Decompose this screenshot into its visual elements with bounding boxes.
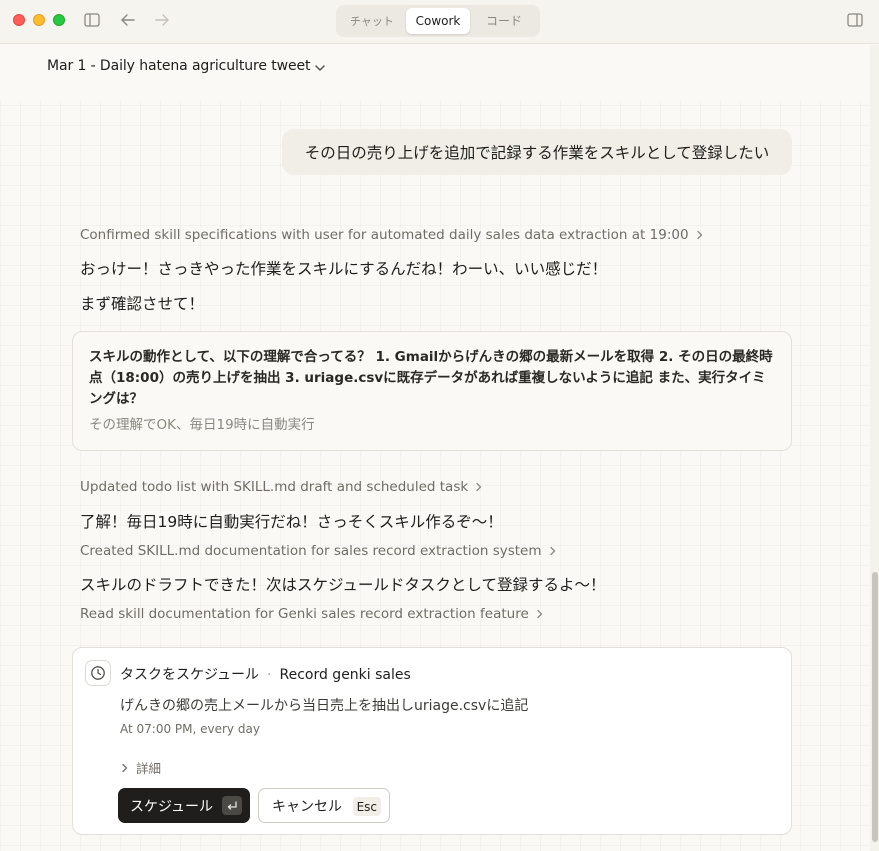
esc-key-hint: Esc [352,797,381,816]
assistant-message: スキルのドラフトできた！次はスケジュールドタスクとして登録するよ〜！ [80,576,606,594]
assistant-message: まず確認させて！ [80,295,205,313]
step-summary-4[interactable]: Read skill documentation for Genki sales… [80,606,545,622]
chevron-right-icon [549,546,555,556]
scrollbar-thumb[interactable] [872,572,878,842]
details-label: 詳細 [136,761,162,776]
step-summary-text: Read skill documentation for Genki sales… [80,606,529,622]
right-panel-toggle-icon[interactable] [846,11,866,31]
user-message: その日の売り上げを追加で記録する作業をスキルとして登録したい [282,129,792,175]
sidebar-toggle-icon[interactable] [83,11,103,31]
cancel-button[interactable]: キャンセル Esc [258,788,390,823]
step-summary-text: Updated todo list with SKILL.md draft an… [80,479,469,495]
mode-switcher: チャット Cowork コード [336,5,540,37]
question-text: スキルの動作として、以下の理解で合ってる？ 1. Gmailからげんきの郷の最新… [89,349,773,407]
assistant-message: 了解！毎日19時に自動実行だね！さっそくスキル作るぞ〜！ [80,513,503,531]
chevron-right-icon [537,609,542,619]
schedule-heading: タスクをスケジュール [120,667,260,683]
details-toggle[interactable]: 詳細 [120,758,161,777]
conversation-area: Mar 1 - Daily hatena agriculture tweet そ… [0,45,870,851]
step-summary-1[interactable]: Confirmed skill specifications with user… [80,227,705,243]
step-summary-text: Created SKILL.md documentation for sales… [80,543,542,559]
return-key-icon [222,796,242,815]
tab-code[interactable]: コード [472,8,536,34]
title-bar: チャット Cowork コード [0,0,879,44]
task-description: げんきの郷の売上メールから当日売上を抽出しuriage.csvに追記 [120,698,529,714]
conversation-header: Mar 1 - Daily hatena agriculture tweet [0,45,870,101]
conversation-title[interactable]: Mar 1 - Daily hatena agriculture tweet [47,58,310,74]
window-close-button[interactable] [13,14,25,26]
assistant-message: おっけー！さっきやった作業をスキルにするんだね！わーい、いい感じだ！ [80,260,608,278]
tab-cowork[interactable]: Cowork [406,8,470,34]
answer-text: その理解でOK、毎日19時に自動実行 [89,417,315,433]
back-arrow-icon[interactable] [119,11,139,31]
clock-icon [85,660,111,686]
schedule-card-title: タスクをスケジュール · Record genki sales [120,664,411,684]
tab-chat[interactable]: チャット [340,8,404,34]
step-summary-2[interactable]: Updated todo list with SKILL.md draft an… [80,479,484,495]
schedule-button-label: スケジュール [130,798,214,815]
forward-arrow-icon[interactable] [153,11,173,31]
chevron-down-icon[interactable] [312,60,328,76]
schedule-button[interactable]: スケジュール [118,788,250,823]
cancel-button-label: キャンセル [272,798,342,815]
window-maximize-button[interactable] [53,14,65,26]
chevron-right-icon [122,763,128,772]
chevron-right-icon [476,482,482,492]
question-answer-card: スキルの動作として、以下の理解で合ってる？ 1. Gmailからげんきの郷の最新… [72,331,792,451]
task-schedule-time: At 07:00 PM, every day [120,722,260,736]
step-summary-3[interactable]: Created SKILL.md documentation for sales… [80,543,558,559]
schedule-task-card: タスクをスケジュール · Record genki sales げんきの郷の売上メー… [72,647,792,835]
separator-dot: · [267,667,272,683]
task-name: Record genki sales [279,667,411,683]
window-minimize-button[interactable] [33,14,45,26]
chevron-right-icon [696,230,702,240]
step-summary-text: Confirmed skill specifications with user… [80,227,689,243]
